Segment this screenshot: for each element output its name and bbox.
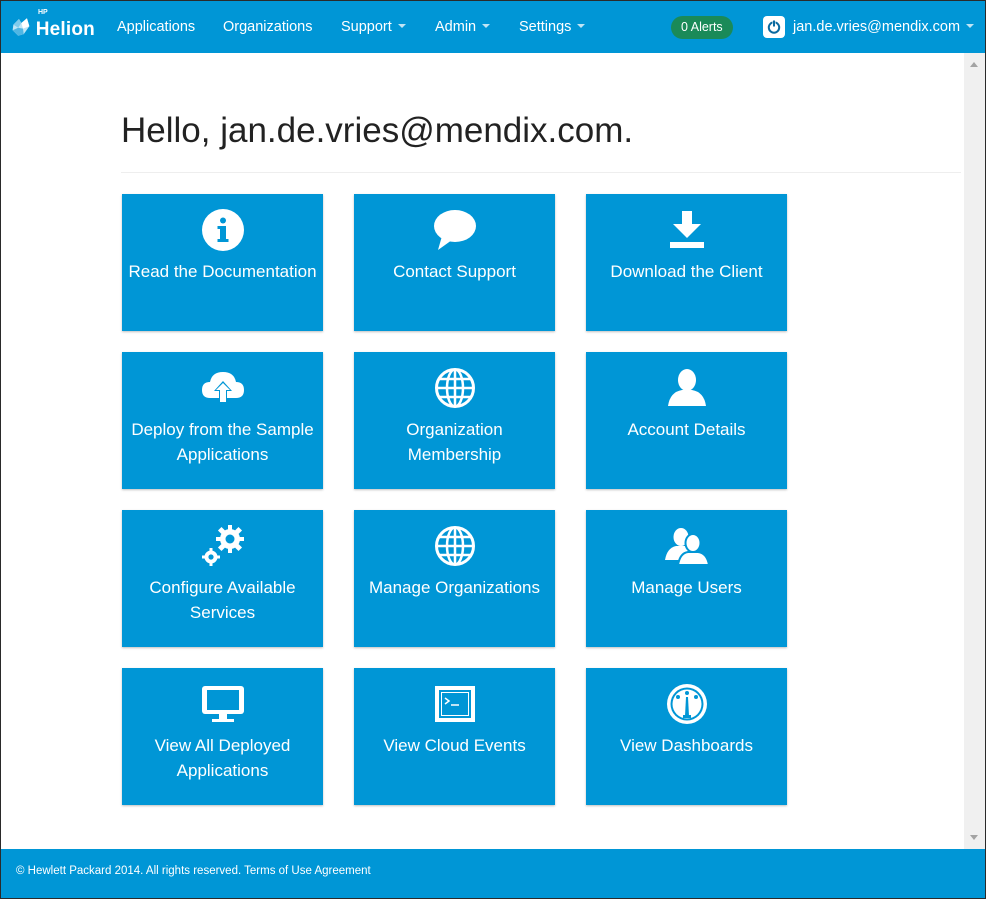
tile-label: Deploy from the Sample Applications: [131, 420, 314, 464]
tile-configure-available-services[interactable]: Configure Available Services: [122, 510, 323, 647]
info-icon: [122, 208, 323, 252]
tile-read-documentation[interactable]: Read the Documentation: [122, 194, 323, 331]
user-menu-dropdown[interactable]: jan.de.vries@mendix.com: [793, 1, 975, 53]
nav-organizations[interactable]: Organizations: [223, 1, 312, 53]
chevron-down-icon: [577, 24, 586, 29]
tile-label: View Cloud Events: [383, 736, 526, 755]
monitor-icon: [122, 682, 323, 726]
globe-icon: [354, 524, 555, 568]
tile-contact-support[interactable]: Contact Support: [354, 194, 555, 331]
tile-label: Account Details: [627, 420, 746, 439]
tile-view-dashboards[interactable]: View Dashboards: [586, 668, 787, 805]
nav-settings-label: Settings: [519, 19, 572, 35]
cloud-upload-icon: [122, 366, 323, 410]
helion-logo-icon: [12, 18, 30, 36]
chat-bubble-icon: [354, 208, 555, 252]
chevron-down-icon: [966, 24, 975, 29]
tile-deploy-sample-applications[interactable]: Deploy from the Sample Applications: [122, 352, 323, 489]
tile-manage-users[interactable]: Manage Users: [586, 510, 787, 647]
logo-wordmark: Helion: [35, 18, 95, 40]
footer-copyright: © Hewlett Packard 2014. All rights reser…: [16, 865, 371, 877]
gears-icon: [122, 524, 323, 568]
tile-label: View Dashboards: [620, 736, 753, 755]
top-navbar: Helion HP Applications Organizations Sup…: [1, 1, 985, 53]
hp-helion-logo[interactable]: Helion HP: [11, 9, 95, 43]
tile-label: Configure Available Services: [149, 578, 296, 622]
tile-label: Manage Users: [631, 578, 742, 597]
download-icon: [586, 208, 787, 252]
vertical-scrollbar[interactable]: [964, 53, 985, 849]
page-title: Hello, jan.de.vries@mendix.com.: [121, 111, 634, 150]
terminal-icon: [354, 682, 555, 726]
divider: [121, 172, 961, 173]
logo-hp-mark: HP: [38, 9, 48, 16]
gauge-icon: [586, 682, 787, 726]
scroll-up-arrow-icon[interactable]: [970, 62, 978, 67]
nav-settings-dropdown[interactable]: Settings: [519, 1, 586, 53]
users-icon: [586, 524, 787, 568]
chevron-down-icon: [482, 24, 491, 29]
tile-label: Contact Support: [393, 262, 516, 281]
chevron-down-icon: [397, 24, 406, 29]
tile-view-deployed-applications[interactable]: View All Deployed Applications: [122, 668, 323, 805]
nav-organizations-label: Organizations: [223, 19, 313, 35]
globe-icon: [354, 366, 555, 410]
tile-label: View All Deployed Applications: [154, 736, 291, 780]
tile-organization-membership[interactable]: Organization Membership: [354, 352, 555, 489]
nav-support-dropdown[interactable]: Support: [341, 1, 406, 53]
tile-account-details[interactable]: Account Details: [586, 352, 787, 489]
nav-applications[interactable]: Applications: [117, 1, 195, 53]
scroll-down-arrow-icon[interactable]: [970, 835, 978, 840]
user-email-label: jan.de.vries@mendix.com: [793, 19, 961, 35]
tile-download-client[interactable]: Download the Client: [586, 194, 787, 331]
user-icon: [586, 366, 787, 410]
page-footer: © Hewlett Packard 2014. All rights reser…: [1, 849, 985, 898]
tile-label: Download the Client: [610, 262, 763, 281]
nav-applications-label: Applications: [117, 19, 196, 35]
nav-admin-label: Admin: [435, 19, 477, 35]
nav-admin-dropdown[interactable]: Admin: [435, 1, 491, 53]
power-icon[interactable]: [763, 16, 785, 38]
tile-label: Manage Organizations: [368, 578, 541, 597]
tile-view-cloud-events[interactable]: View Cloud Events: [354, 668, 555, 805]
nav-support-label: Support: [341, 19, 392, 35]
alerts-badge[interactable]: 0 Alerts: [671, 16, 733, 39]
tile-label: Read the Documentation: [128, 262, 317, 281]
tile-manage-organizations[interactable]: Manage Organizations: [354, 510, 555, 647]
tile-label: Organization Membership: [406, 420, 503, 464]
